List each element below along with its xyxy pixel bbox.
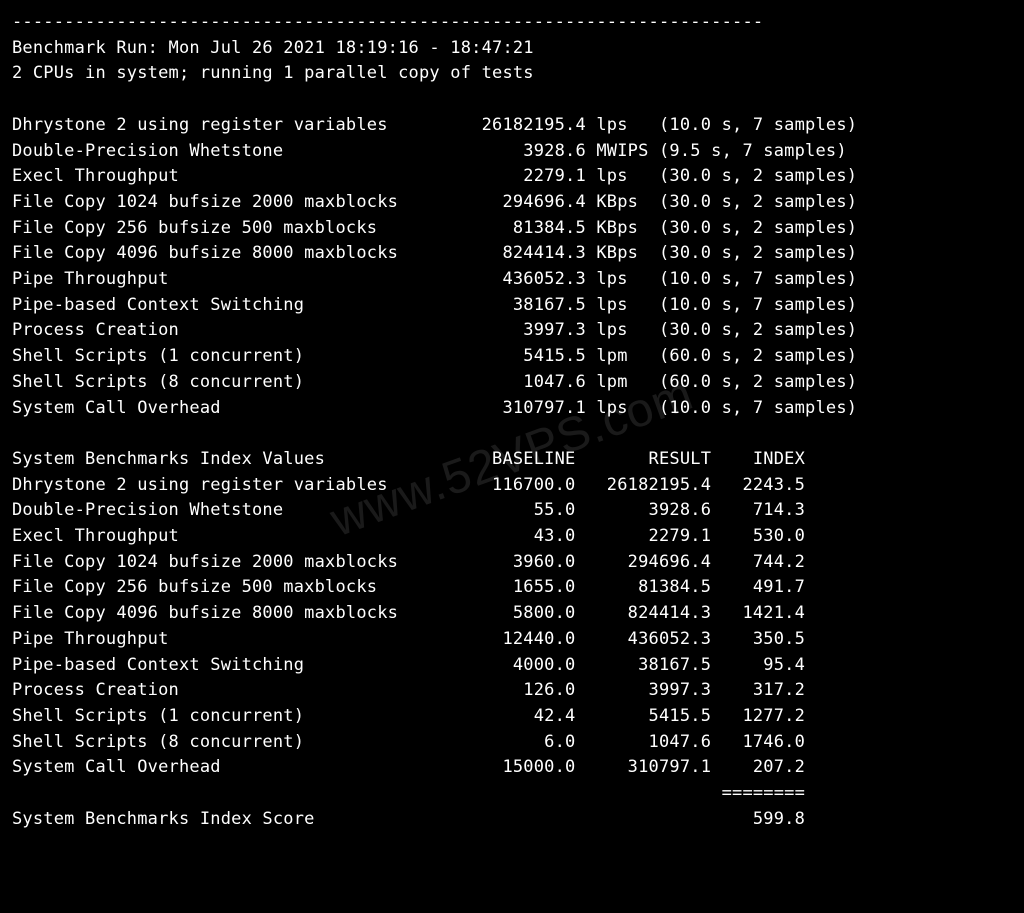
- terminal-output: ----------------------------------------…: [0, 0, 1024, 843]
